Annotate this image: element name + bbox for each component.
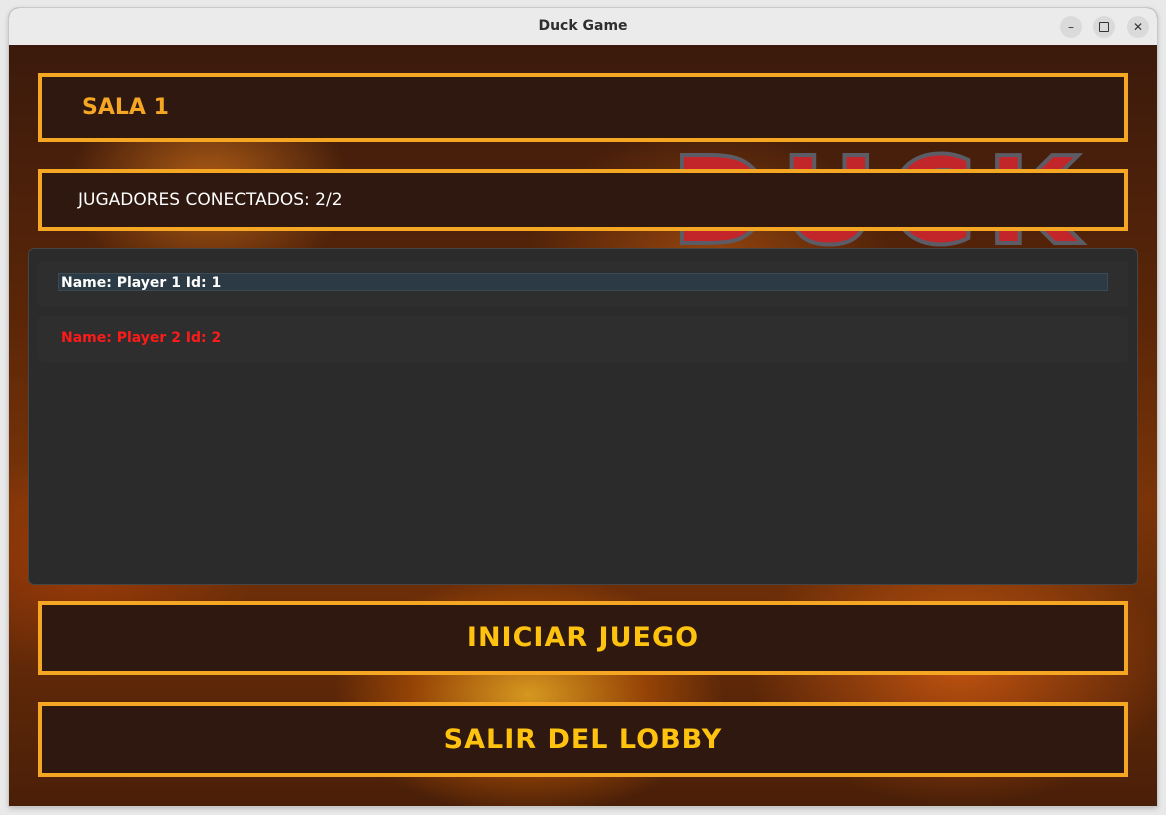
minimize-button[interactable]: –	[1060, 16, 1082, 38]
connected-players-count: JUGADORES CONECTADOS: 2/2	[78, 190, 343, 210]
maximize-icon	[1099, 21, 1109, 32]
minimize-icon: –	[1068, 20, 1074, 34]
window-title: Duck Game	[538, 18, 628, 34]
room-title: SALA 1	[82, 95, 169, 120]
leave-lobby-button[interactable]: SALIR DEL LOBBY	[38, 702, 1128, 777]
player-list-item[interactable]: Name: Player 1 Id: 1	[38, 261, 1128, 307]
player-list-item[interactable]: Name: Player 2 Id: 2	[38, 316, 1128, 362]
player-label: Name: Player 2 Id: 2	[61, 330, 222, 346]
maximize-button[interactable]	[1093, 16, 1115, 38]
app-window: Duck Game – ✕ DUCK SALA 1 JUGADORES CONE…	[9, 8, 1157, 806]
player-label: Name: Player 1 Id: 1	[61, 275, 222, 291]
close-icon: ✕	[1132, 20, 1144, 34]
title-bar[interactable]: Duck Game – ✕	[9, 8, 1157, 46]
close-button[interactable]: ✕	[1127, 16, 1149, 38]
start-game-label: INICIAR JUEGO	[466, 622, 700, 653]
lobby-screen: DUCK SALA 1 JUGADORES CONECTADOS: 2/2 Na…	[9, 45, 1157, 806]
player-list[interactable]: Name: Player 1 Id: 1 Name: Player 2 Id: …	[28, 248, 1138, 585]
start-game-button[interactable]: INICIAR JUEGO	[38, 601, 1128, 675]
leave-lobby-label: SALIR DEL LOBBY	[443, 724, 723, 755]
connected-players-panel: JUGADORES CONECTADOS: 2/2	[38, 169, 1128, 231]
room-header: SALA 1	[38, 73, 1128, 142]
